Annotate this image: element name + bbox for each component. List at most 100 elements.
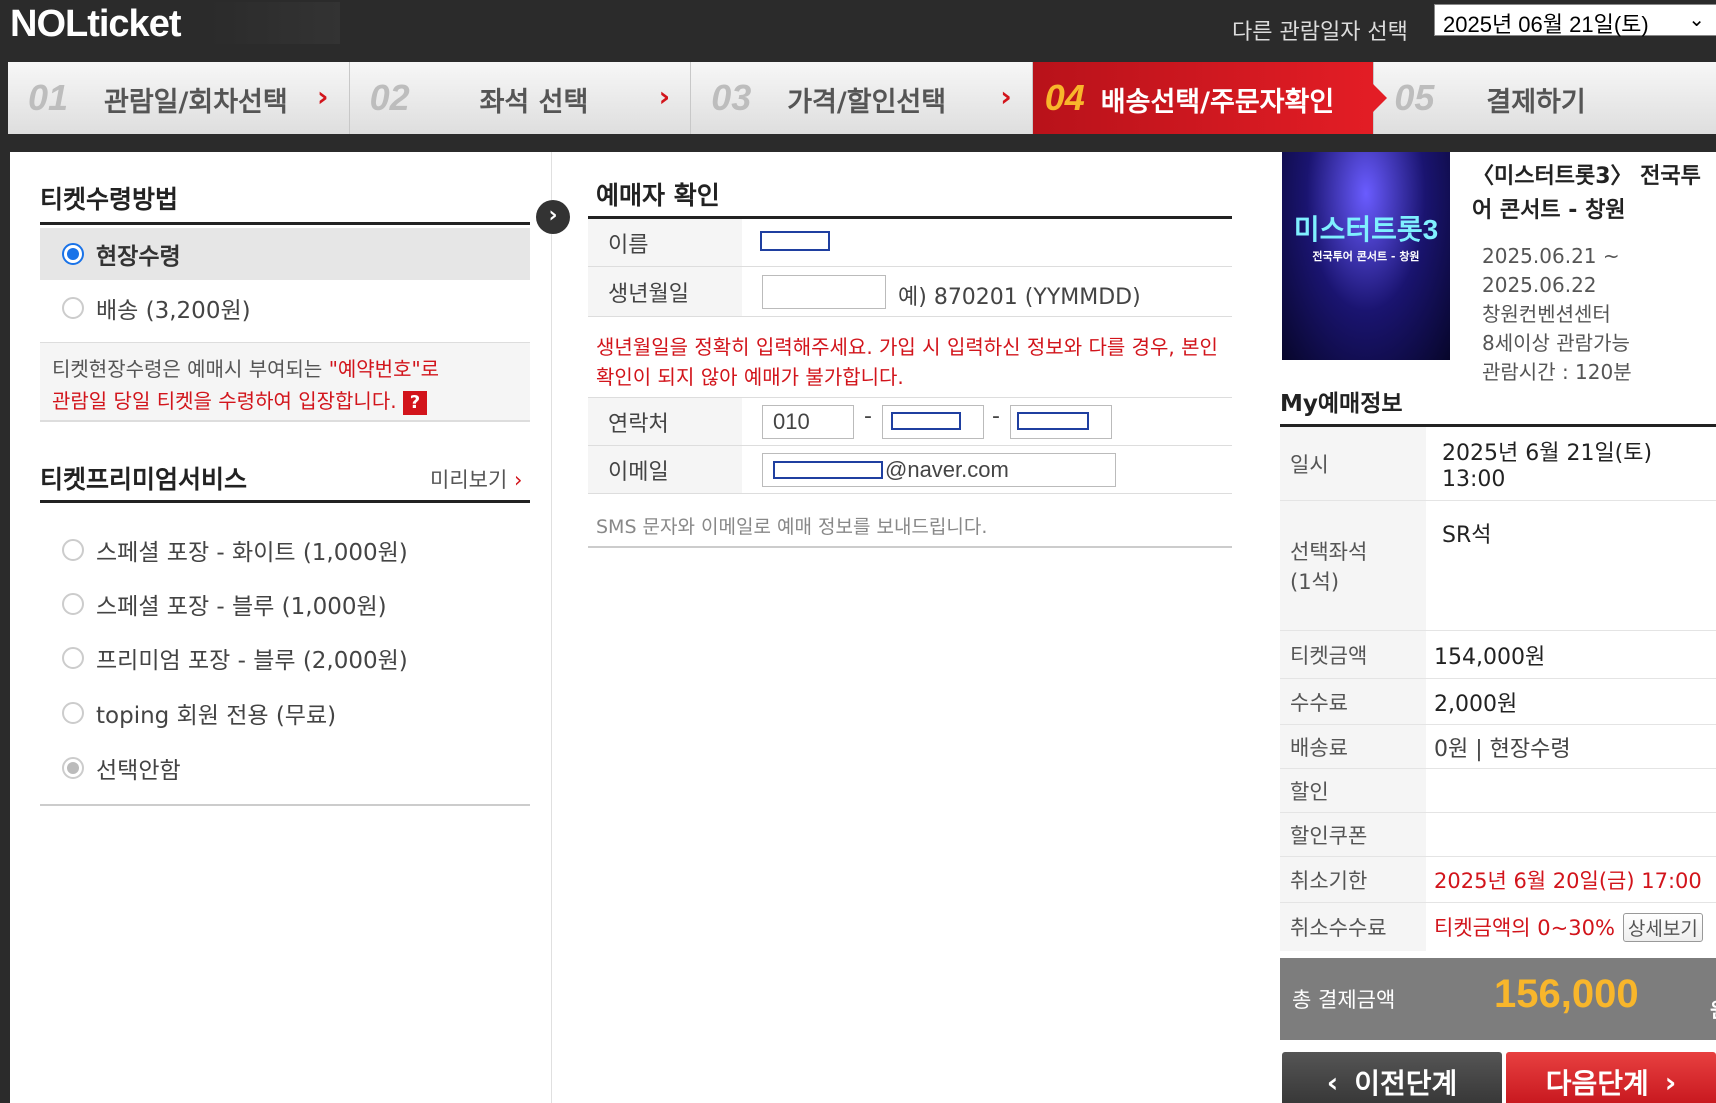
receipt-option-delivery[interactable]: 배송 (3,200원) (40, 282, 530, 334)
show-title: 〈미스터트롯3〉 전국투어 콘서트 - 창원 (1472, 164, 1701, 223)
delivery-panel: 티켓수령방법 현장수령 배송 (3,200원) 티켓현장수령은 예매시 부여되는… (10, 152, 552, 1103)
email-label: 이메일 (588, 446, 742, 493)
chevron-right-circle-icon[interactable]: › (536, 200, 570, 234)
email-input[interactable]: @naver.com (762, 453, 1116, 487)
premium-option[interactable]: toping 회원 전용 (무료) (40, 687, 530, 739)
step-label: 좌석 선택 (479, 87, 589, 118)
email-domain: @naver.com (885, 457, 1009, 482)
total-unit: 원 (1710, 994, 1716, 1023)
step-3[interactable]: 03 가격/할인선택 › (691, 62, 1033, 134)
step-1[interactable]: 01 관람일/회차선택 › (8, 62, 350, 134)
birth-warning: 생년월일을 정확히 입력해주세요. 가입 시 입력하신 정보와 다를 경우, 본… (596, 335, 1218, 389)
main-panel: 티켓수령방법 현장수령 배송 (3,200원) 티켓현장수령은 예매시 부여되는… (10, 152, 1250, 1103)
name-label: 이름 (588, 219, 742, 266)
option-label: toping 회원 전용 (무료) (96, 703, 337, 729)
coupon-row: 할인쿠폰 (1280, 813, 1716, 857)
onsite-notice: 티켓현장수령은 예매시 부여되는 "예약번호"로 관람일 당일 티켓을 수령하여… (40, 342, 530, 422)
total-value: 156,000 (1494, 972, 1639, 1016)
step-number: 05 (1394, 77, 1435, 118)
seat-row: 선택좌석 (1석) SR석 (1280, 501, 1716, 631)
row-value: 2025년 6월 20일(금) 17:00 (1434, 868, 1702, 893)
row-key: 할인쿠폰 (1280, 813, 1426, 856)
nol-ticket-logo[interactable]: NOLticket (10, 2, 340, 45)
step-number: 02 (369, 77, 410, 118)
option-label: 스페셜 포장 - 블루 (1,000원) (96, 594, 387, 620)
step-label: 배송선택/주문자확인 (1100, 87, 1335, 118)
premium-service-title: 티켓프리미엄서비스 (40, 465, 248, 494)
premium-option[interactable]: 프리미엄 포장 - 블루 (2,000원) (40, 632, 530, 684)
receipt-option-onsite[interactable]: 현장수령 (40, 228, 530, 280)
preview-link[interactable]: 미리보기 › (430, 464, 522, 494)
row-value: 2,000원 (1434, 691, 1518, 717)
step-label: 관람일/회차선택 (104, 87, 288, 118)
detail-button[interactable]: 상세보기 (1622, 912, 1703, 942)
row-key: 티켓금액 (1280, 631, 1426, 678)
price-row: 티켓금액 154,000원 (1280, 631, 1716, 679)
radio-icon[interactable] (62, 647, 84, 669)
birth-format-hint: 예) 870201 (YYMMDD) (898, 285, 1141, 310)
phone-prefix-input[interactable]: 010 (762, 405, 854, 439)
row-key: 할인 (1280, 769, 1426, 812)
notice-text: 관람일 당일 티켓을 수령하여 입장합니다. (52, 389, 397, 413)
name-value-masked (760, 231, 830, 251)
option-label: 프리미엄 포장 - 블루 (2,000원) (96, 648, 408, 674)
step-number: 01 (28, 77, 69, 118)
email-id-masked (773, 461, 883, 479)
next-step-button[interactable]: 다음단계 › (1506, 1052, 1716, 1103)
step-2[interactable]: 02 좌석 선택 › (349, 62, 692, 134)
delivery-fee-row: 배송료 0원 | 현장수령 (1280, 725, 1716, 769)
option-label: 스페셜 포장 - 화이트 (1,000원) (96, 540, 408, 566)
premium-option[interactable]: 스페셜 포장 - 블루 (1,000원) (40, 578, 530, 630)
dash: - (992, 404, 1000, 429)
notice-text: 티켓현장수령은 예매시 부여되는 (52, 357, 329, 381)
date-select[interactable]: 2025년 06월 21일(토) ⌄ (1434, 4, 1716, 37)
step-5[interactable]: 05 결제하기 (1374, 62, 1716, 134)
phone-middle-input[interactable] (882, 405, 984, 439)
radio-checked-icon[interactable] (62, 243, 84, 265)
radio-icon[interactable] (62, 297, 84, 319)
row-key: 취소기한 (1280, 857, 1426, 902)
cancel-deadline-row: 취소기한 2025년 6월 20일(금) 17:00 (1280, 857, 1716, 903)
row-value: SR석 (1442, 523, 1492, 548)
discount-row: 할인 (1280, 769, 1716, 813)
option-label: 현장수령 (96, 244, 181, 270)
premium-option-none[interactable]: 선택안함 (40, 742, 530, 794)
section-divider (40, 222, 530, 225)
total-label: 총 결제금액 (1292, 988, 1396, 1012)
prev-step-button[interactable]: ‹ 이전단계 (1282, 1052, 1502, 1103)
option-label: 배송 (3,200원) (96, 298, 251, 324)
row-value: 2025년 6월 21일(토) 13:00 (1442, 441, 1653, 492)
chevron-down-icon: ⌄ (1688, 9, 1705, 31)
chevron-right-icon: › (317, 80, 329, 113)
step-navigation: 01 관람일/회차선택 › 02 좌석 선택 › 03 가격/할인선택 › 04… (8, 62, 1716, 134)
radio-icon[interactable] (62, 593, 84, 615)
chevron-right-icon: › (658, 80, 671, 113)
help-icon[interactable]: ? (402, 390, 427, 415)
total-amount-box: 총 결제금액 156,000 원 (1280, 958, 1716, 1040)
row-value: 154,000원 (1434, 644, 1546, 670)
date-select-value: 2025년 06월 21일(토) (1443, 12, 1649, 37)
premium-option[interactable]: 스페셜 포장 - 화이트 (1,000원) (40, 524, 530, 576)
booking-summary-panel: 미스터트롯3 전국투어 콘서트 - 창원 〈미스터트롯3〉 전국투어 콘서트 -… (1250, 152, 1716, 1103)
birth-row: 생년월일 예) 870201 (YYMMDD) (588, 267, 1232, 317)
contact-label: 연락처 (588, 398, 742, 445)
step-label: 가격/할인선택 (787, 87, 947, 118)
step-number: 03 (711, 77, 752, 118)
step-4-current[interactable]: 04 배송선택/주문자확인 (1032, 62, 1387, 134)
row-value: 0원 | 현장수령 (1434, 736, 1571, 762)
radio-icon[interactable] (62, 702, 84, 724)
radio-checked-disabled-icon[interactable] (62, 757, 84, 779)
step-number: 04 (1044, 77, 1085, 118)
sms-notice: SMS 문자와 이메일로 예매 정보를 보내드립니다. (596, 516, 988, 538)
period-end: 2025.06.22 (1482, 273, 1597, 297)
top-header: NOLticket 다른 관람일자 선택 2025년 06월 21일(토) ⌄ (0, 0, 1716, 62)
fee-row: 수수료 2,000원 (1280, 679, 1716, 725)
row-key: 일시 (1280, 427, 1426, 500)
name-row: 이름 (588, 219, 1232, 267)
phone-last-input[interactable] (1010, 405, 1112, 439)
radio-icon[interactable] (62, 539, 84, 561)
my-booking-title: My예매정보 (1280, 391, 1403, 417)
chevron-right-icon: › (1000, 80, 1012, 113)
birth-input[interactable] (762, 275, 886, 309)
poster-subtitle: 전국투어 콘서트 - 창원 (1312, 250, 1420, 263)
